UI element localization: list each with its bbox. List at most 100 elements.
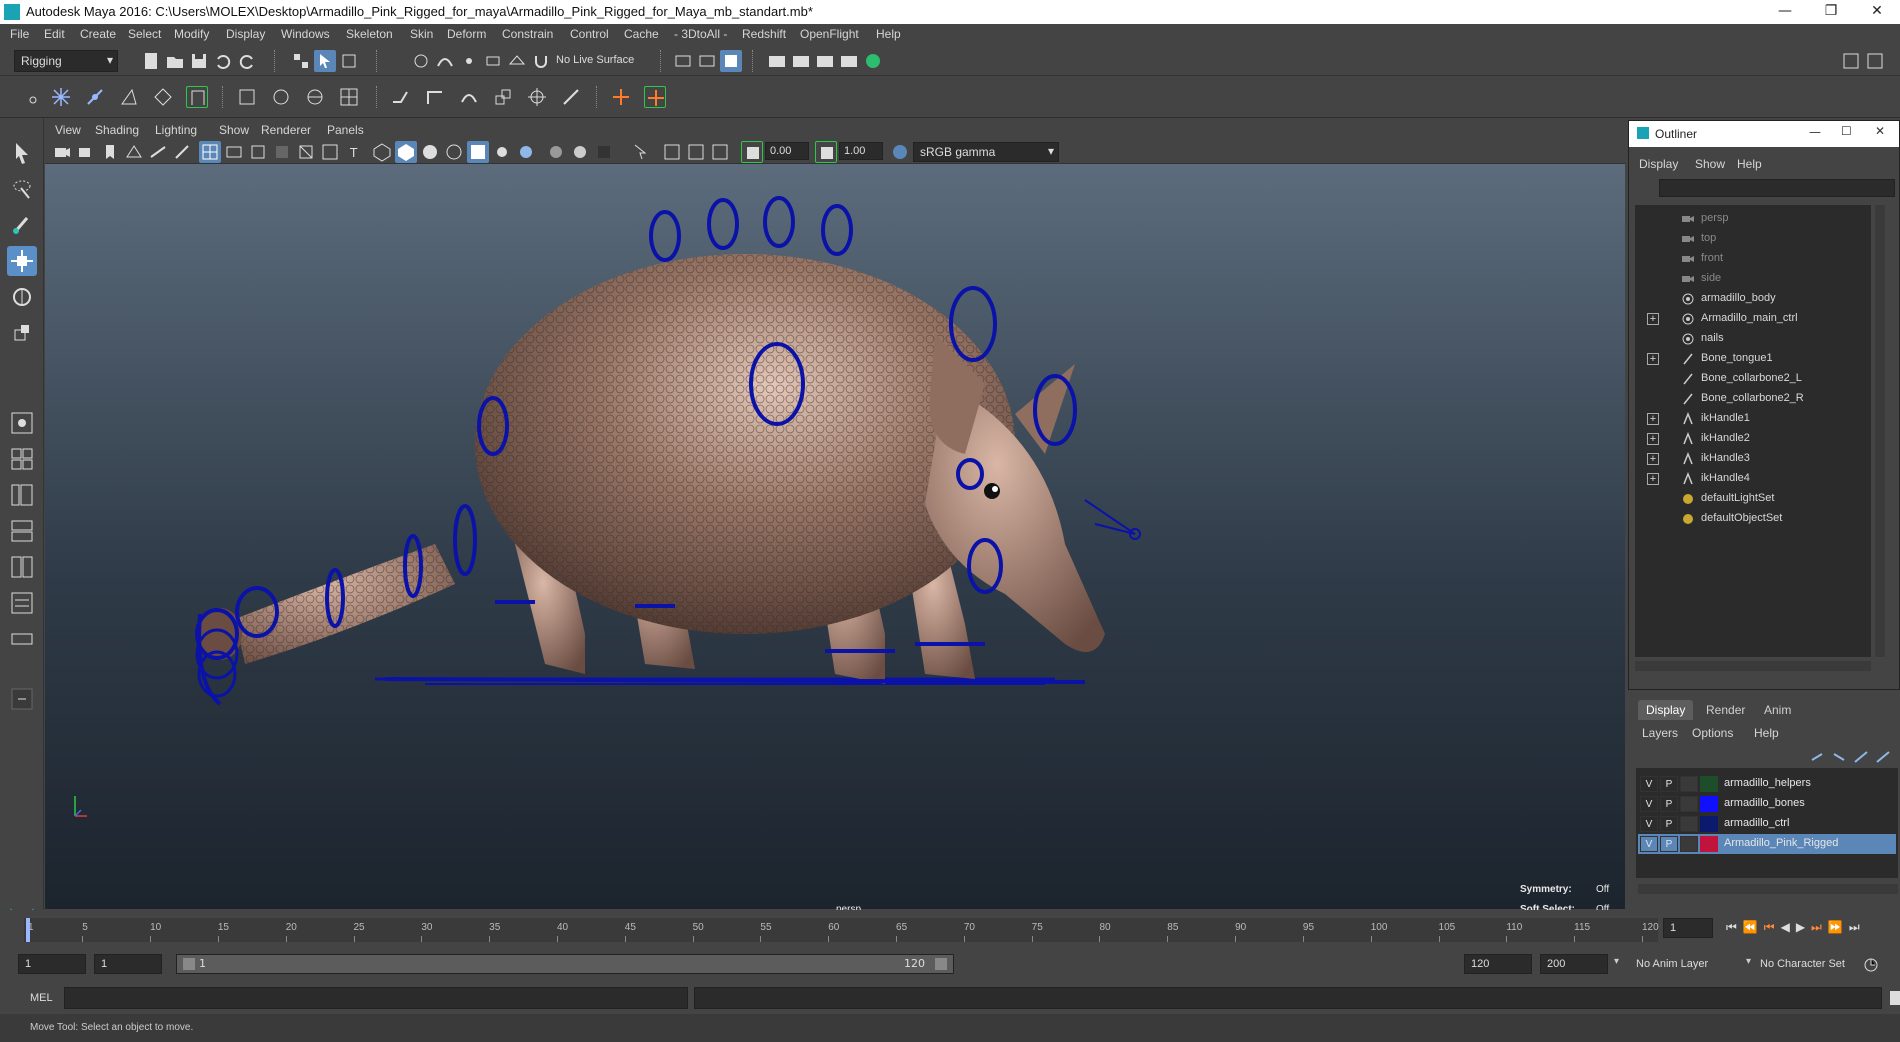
isolate-select-icon[interactable]: [629, 141, 651, 163]
layer-row[interactable]: V P Armadillo_Pink_Rigged: [1638, 834, 1896, 854]
open-scene-icon[interactable]: [164, 50, 186, 72]
shelf-options-icon[interactable]: [22, 84, 44, 106]
textured-icon[interactable]: [443, 141, 465, 163]
layer-display-type-toggle[interactable]: [1680, 796, 1698, 812]
expand-icon[interactable]: +: [1647, 453, 1659, 465]
perspective-viewport[interactable]: [45, 164, 1625, 909]
layer-display-type-toggle[interactable]: [1680, 816, 1698, 832]
layer-menu-options[interactable]: Options: [1692, 726, 1733, 740]
animation-end-field[interactable]: 200: [1540, 954, 1608, 974]
freeze-transforms-icon[interactable]: [644, 86, 666, 108]
select-component-icon[interactable]: [338, 50, 360, 72]
hypershade-persp-layout-icon[interactable]: [7, 552, 37, 582]
exposure-field[interactable]: 0.00: [765, 142, 809, 160]
menu-openflight[interactable]: OpenFlight: [800, 27, 859, 41]
viewport-menu-renderer[interactable]: Renderer: [261, 123, 311, 137]
script-editor-icon[interactable]: [1884, 987, 1900, 1009]
layer-color-swatch[interactable]: [1700, 796, 1718, 812]
grease-pencil-icon[interactable]: [171, 141, 193, 163]
menu-display[interactable]: Display: [226, 27, 265, 41]
depth-of-field-icon[interactable]: [593, 141, 615, 163]
tab-anim[interactable]: Anim: [1756, 700, 1799, 720]
xray-icon[interactable]: [661, 141, 683, 163]
step-back-frame-icon[interactable]: ⏪: [1743, 920, 1764, 934]
select-tool-icon[interactable]: [7, 138, 37, 168]
outliner-item[interactable]: + ikHandle1: [1635, 409, 1871, 429]
ipr-render-icon[interactable]: [814, 50, 836, 72]
layer-color-swatch[interactable]: [1700, 816, 1718, 832]
viewport-menu-view[interactable]: View: [55, 123, 81, 137]
step-back-key-icon[interactable]: ⏮: [1764, 920, 1781, 934]
outliner-item[interactable]: defaultLightSet: [1635, 489, 1871, 509]
expand-icon[interactable]: +: [1647, 473, 1659, 485]
orient-constraint-icon[interactable]: [458, 86, 480, 108]
use-all-lights-icon[interactable]: [467, 141, 489, 163]
scale-constraint-icon[interactable]: [492, 86, 514, 108]
undo-icon[interactable]: [212, 50, 234, 72]
minimize-button[interactable]: —: [1762, 0, 1808, 24]
cluster-icon[interactable]: [304, 86, 326, 108]
magnet-icon[interactable]: [530, 50, 552, 72]
layer-visibility-toggle[interactable]: V: [1640, 776, 1658, 792]
outliner-item[interactable]: + ikHandle4: [1635, 469, 1871, 489]
layer-menu-layers[interactable]: Layers: [1642, 726, 1678, 740]
outliner-item[interactable]: nails: [1635, 329, 1871, 349]
grid-toggle-icon[interactable]: [199, 141, 221, 163]
menu-create[interactable]: Create: [80, 27, 116, 41]
paint-weights-icon[interactable]: [270, 86, 292, 108]
outliner-list[interactable]: persp top front side armadillo_body + Armadill…: [1635, 205, 1871, 657]
outliner-horizontal-scrollbar[interactable]: [1635, 661, 1871, 671]
playback-start-field[interactable]: 1: [94, 954, 162, 974]
menu-file[interactable]: File: [10, 27, 29, 41]
range-end-handle[interactable]: [935, 958, 947, 970]
save-scene-icon[interactable]: [188, 50, 210, 72]
bind-skin-icon[interactable]: [236, 86, 258, 108]
new-scene-icon[interactable]: [140, 50, 162, 72]
outliner-item[interactable]: + ikHandle3: [1635, 449, 1871, 469]
xray-joints-icon[interactable]: [709, 141, 731, 163]
time-slider[interactable]: 1 5 10 15 20 25 30 35 40 45 50 55 60 65 70 75 80 85 90 95 10…: [0, 910, 1900, 948]
insert-joint-icon[interactable]: [84, 86, 106, 108]
view-transform-dropdown[interactable]: sRGB gamma ▾: [913, 142, 1059, 162]
outliner-scrollbar[interactable]: [1875, 205, 1885, 657]
viewport-menu-lighting[interactable]: Lighting: [155, 123, 197, 137]
outliner-item[interactable]: armadillo_body: [1635, 289, 1871, 309]
image-plane-icon[interactable]: [123, 141, 145, 163]
snap-view-plane-icon[interactable]: [482, 50, 504, 72]
custom-layout-icon[interactable]: [7, 624, 37, 654]
move-layer-down-icon[interactable]: [1828, 746, 1850, 768]
wireframe-on-shaded-icon[interactable]: [419, 141, 441, 163]
layer-playback-toggle[interactable]: P: [1660, 796, 1678, 812]
rotate-tool-icon[interactable]: [7, 282, 37, 312]
layer-row[interactable]: V Parmadillo_bones: [1638, 794, 1896, 814]
layer-menu-help[interactable]: Help: [1754, 726, 1779, 740]
expand-icon[interactable]: +: [1647, 313, 1659, 325]
layer-visibility-toggle[interactable]: V: [1640, 816, 1658, 832]
smooth-shade-icon[interactable]: [395, 141, 417, 163]
new-layer-from-selection-icon[interactable]: [1872, 746, 1894, 768]
menu-modify[interactable]: Modify: [174, 27, 209, 41]
layer-list[interactable]: V Parmadillo_helpers V Parmadillo_bones V Par…: [1636, 768, 1898, 878]
select-camera-icon[interactable]: [51, 141, 73, 163]
current-frame-field[interactable]: 1: [1663, 918, 1713, 938]
expand-icon[interactable]: +: [1647, 413, 1659, 425]
layer-row[interactable]: V Parmadillo_ctrl: [1638, 814, 1896, 834]
menu-deform[interactable]: Deform: [447, 27, 486, 41]
outliner-menu-help[interactable]: Help: [1737, 157, 1762, 171]
go-to-start-icon[interactable]: ⏮: [1726, 920, 1743, 934]
render-current-icon[interactable]: [790, 50, 812, 72]
layer-display-type-toggle[interactable]: [1680, 776, 1698, 792]
restore-button[interactable]: ❐: [1808, 0, 1854, 24]
2d-pan-zoom-icon[interactable]: [147, 141, 169, 163]
script-language-button[interactable]: MEL: [30, 992, 53, 1004]
field-chart-icon[interactable]: [295, 141, 317, 163]
snap-grid-icon[interactable]: [410, 50, 432, 72]
multisample-aa-icon[interactable]: [569, 141, 591, 163]
play-forwards-icon[interactable]: ▶: [1796, 920, 1811, 934]
expand-icon[interactable]: +: [1647, 353, 1659, 365]
aim-constraint-icon[interactable]: [526, 86, 548, 108]
character-set-dropdown[interactable]: No Character Set: [1760, 958, 1845, 970]
layer-color-swatch[interactable]: [1700, 836, 1718, 852]
layer-display-type-toggle[interactable]: [1680, 836, 1698, 852]
outliner-minimize-icon[interactable]: —: [1809, 125, 1821, 139]
